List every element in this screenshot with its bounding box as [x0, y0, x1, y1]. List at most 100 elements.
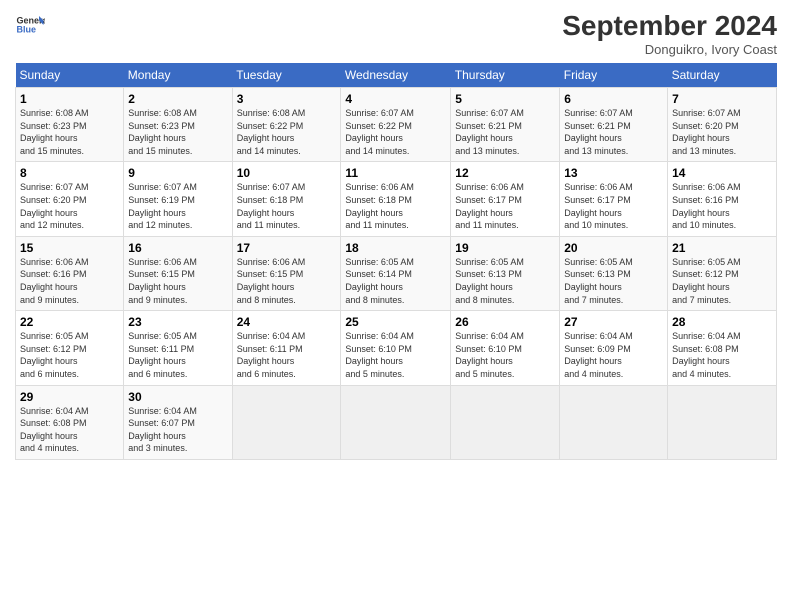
day-info: Sunrise: 6:04 AM Sunset: 6:07 PM Dayligh…: [128, 405, 227, 455]
calendar-cell: 28 Sunrise: 6:04 AM Sunset: 6:08 PM Dayl…: [668, 311, 777, 385]
day-info: Sunrise: 6:07 AM Sunset: 6:20 PM Dayligh…: [672, 107, 772, 157]
day-number: 27: [564, 315, 663, 329]
calendar-cell: 24 Sunrise: 6:04 AM Sunset: 6:11 PM Dayl…: [232, 311, 341, 385]
day-info: Sunrise: 6:05 AM Sunset: 6:14 PM Dayligh…: [345, 256, 446, 306]
day-number: 20: [564, 241, 663, 255]
col-friday: Friday: [560, 63, 668, 88]
col-monday: Monday: [124, 63, 232, 88]
day-number: 15: [20, 241, 119, 255]
day-info: Sunrise: 6:07 AM Sunset: 6:21 PM Dayligh…: [564, 107, 663, 157]
day-info: Sunrise: 6:06 AM Sunset: 6:17 PM Dayligh…: [455, 181, 555, 231]
day-number: 23: [128, 315, 227, 329]
day-info: Sunrise: 6:08 AM Sunset: 6:23 PM Dayligh…: [20, 107, 119, 157]
day-number: 13: [564, 166, 663, 180]
day-number: 8: [20, 166, 119, 180]
calendar-cell: 6 Sunrise: 6:07 AM Sunset: 6:21 PM Dayli…: [560, 88, 668, 162]
calendar-cell: 16 Sunrise: 6:06 AM Sunset: 6:15 PM Dayl…: [124, 236, 232, 310]
day-info: Sunrise: 6:04 AM Sunset: 6:08 PM Dayligh…: [20, 405, 119, 455]
day-number: 1: [20, 92, 119, 106]
col-sunday: Sunday: [16, 63, 124, 88]
calendar-cell: 27 Sunrise: 6:04 AM Sunset: 6:09 PM Dayl…: [560, 311, 668, 385]
day-info: Sunrise: 6:08 AM Sunset: 6:23 PM Dayligh…: [128, 107, 227, 157]
day-info: Sunrise: 6:06 AM Sunset: 6:18 PM Dayligh…: [345, 181, 446, 231]
calendar-cell: 8 Sunrise: 6:07 AM Sunset: 6:20 PM Dayli…: [16, 162, 124, 236]
col-saturday: Saturday: [668, 63, 777, 88]
day-info: Sunrise: 6:04 AM Sunset: 6:10 PM Dayligh…: [455, 330, 555, 380]
day-info: Sunrise: 6:04 AM Sunset: 6:10 PM Dayligh…: [345, 330, 446, 380]
day-info: Sunrise: 6:06 AM Sunset: 6:17 PM Dayligh…: [564, 181, 663, 231]
day-info: Sunrise: 6:06 AM Sunset: 6:16 PM Dayligh…: [20, 256, 119, 306]
day-info: Sunrise: 6:07 AM Sunset: 6:18 PM Dayligh…: [237, 181, 337, 231]
calendar-cell: [451, 385, 560, 459]
day-number: 9: [128, 166, 227, 180]
calendar-cell: 18 Sunrise: 6:05 AM Sunset: 6:14 PM Dayl…: [341, 236, 451, 310]
day-info: Sunrise: 6:08 AM Sunset: 6:22 PM Dayligh…: [237, 107, 337, 157]
calendar-cell: 26 Sunrise: 6:04 AM Sunset: 6:10 PM Dayl…: [451, 311, 560, 385]
header: General Blue September 2024 Donguikro, I…: [15, 10, 777, 57]
day-info: Sunrise: 6:05 AM Sunset: 6:12 PM Dayligh…: [672, 256, 772, 306]
calendar-table: Sunday Monday Tuesday Wednesday Thursday…: [15, 63, 777, 460]
header-row: Sunday Monday Tuesday Wednesday Thursday…: [16, 63, 777, 88]
calendar-week-0: 1 Sunrise: 6:08 AM Sunset: 6:23 PM Dayli…: [16, 88, 777, 162]
calendar-cell: 17 Sunrise: 6:06 AM Sunset: 6:15 PM Dayl…: [232, 236, 341, 310]
col-wednesday: Wednesday: [341, 63, 451, 88]
day-number: 25: [345, 315, 446, 329]
col-tuesday: Tuesday: [232, 63, 341, 88]
col-thursday: Thursday: [451, 63, 560, 88]
day-info: Sunrise: 6:04 AM Sunset: 6:09 PM Dayligh…: [564, 330, 663, 380]
day-number: 30: [128, 390, 227, 404]
day-info: Sunrise: 6:07 AM Sunset: 6:19 PM Dayligh…: [128, 181, 227, 231]
day-number: 6: [564, 92, 663, 106]
calendar-cell: 14 Sunrise: 6:06 AM Sunset: 6:16 PM Dayl…: [668, 162, 777, 236]
svg-text:Blue: Blue: [17, 25, 37, 35]
title-block: September 2024 Donguikro, Ivory Coast: [562, 10, 777, 57]
day-info: Sunrise: 6:06 AM Sunset: 6:15 PM Dayligh…: [128, 256, 227, 306]
day-info: Sunrise: 6:05 AM Sunset: 6:11 PM Dayligh…: [128, 330, 227, 380]
calendar-cell: 15 Sunrise: 6:06 AM Sunset: 6:16 PM Dayl…: [16, 236, 124, 310]
day-info: Sunrise: 6:06 AM Sunset: 6:15 PM Dayligh…: [237, 256, 337, 306]
calendar-cell: 30 Sunrise: 6:04 AM Sunset: 6:07 PM Dayl…: [124, 385, 232, 459]
day-number: 19: [455, 241, 555, 255]
day-info: Sunrise: 6:06 AM Sunset: 6:16 PM Dayligh…: [672, 181, 772, 231]
calendar-cell: 29 Sunrise: 6:04 AM Sunset: 6:08 PM Dayl…: [16, 385, 124, 459]
day-info: Sunrise: 6:04 AM Sunset: 6:08 PM Dayligh…: [672, 330, 772, 380]
day-number: 29: [20, 390, 119, 404]
day-number: 3: [237, 92, 337, 106]
day-number: 17: [237, 241, 337, 255]
day-number: 16: [128, 241, 227, 255]
calendar-cell: 4 Sunrise: 6:07 AM Sunset: 6:22 PM Dayli…: [341, 88, 451, 162]
calendar-cell: 2 Sunrise: 6:08 AM Sunset: 6:23 PM Dayli…: [124, 88, 232, 162]
day-number: 24: [237, 315, 337, 329]
calendar-cell: [232, 385, 341, 459]
day-info: Sunrise: 6:05 AM Sunset: 6:12 PM Dayligh…: [20, 330, 119, 380]
day-info: Sunrise: 6:07 AM Sunset: 6:20 PM Dayligh…: [20, 181, 119, 231]
calendar-cell: 21 Sunrise: 6:05 AM Sunset: 6:12 PM Dayl…: [668, 236, 777, 310]
calendar-cell: 7 Sunrise: 6:07 AM Sunset: 6:20 PM Dayli…: [668, 88, 777, 162]
day-number: 12: [455, 166, 555, 180]
day-number: 18: [345, 241, 446, 255]
calendar-cell: 3 Sunrise: 6:08 AM Sunset: 6:22 PM Dayli…: [232, 88, 341, 162]
calendar-cell: 1 Sunrise: 6:08 AM Sunset: 6:23 PM Dayli…: [16, 88, 124, 162]
page-container: General Blue September 2024 Donguikro, I…: [0, 0, 792, 470]
day-number: 14: [672, 166, 772, 180]
calendar-cell: 9 Sunrise: 6:07 AM Sunset: 6:19 PM Dayli…: [124, 162, 232, 236]
calendar-week-1: 8 Sunrise: 6:07 AM Sunset: 6:20 PM Dayli…: [16, 162, 777, 236]
day-info: Sunrise: 6:05 AM Sunset: 6:13 PM Dayligh…: [564, 256, 663, 306]
day-number: 7: [672, 92, 772, 106]
calendar-cell: 12 Sunrise: 6:06 AM Sunset: 6:17 PM Dayl…: [451, 162, 560, 236]
day-number: 11: [345, 166, 446, 180]
calendar-cell: 19 Sunrise: 6:05 AM Sunset: 6:13 PM Dayl…: [451, 236, 560, 310]
calendar-cell: 23 Sunrise: 6:05 AM Sunset: 6:11 PM Dayl…: [124, 311, 232, 385]
day-number: 4: [345, 92, 446, 106]
calendar-cell: 25 Sunrise: 6:04 AM Sunset: 6:10 PM Dayl…: [341, 311, 451, 385]
calendar-cell: 11 Sunrise: 6:06 AM Sunset: 6:18 PM Dayl…: [341, 162, 451, 236]
day-info: Sunrise: 6:04 AM Sunset: 6:11 PM Dayligh…: [237, 330, 337, 380]
calendar-cell: [560, 385, 668, 459]
month-title: September 2024: [562, 10, 777, 42]
calendar-cell: [668, 385, 777, 459]
calendar-cell: 22 Sunrise: 6:05 AM Sunset: 6:12 PM Dayl…: [16, 311, 124, 385]
day-number: 22: [20, 315, 119, 329]
day-number: 5: [455, 92, 555, 106]
logo-icon: General Blue: [15, 10, 45, 40]
day-info: Sunrise: 6:07 AM Sunset: 6:21 PM Dayligh…: [455, 107, 555, 157]
